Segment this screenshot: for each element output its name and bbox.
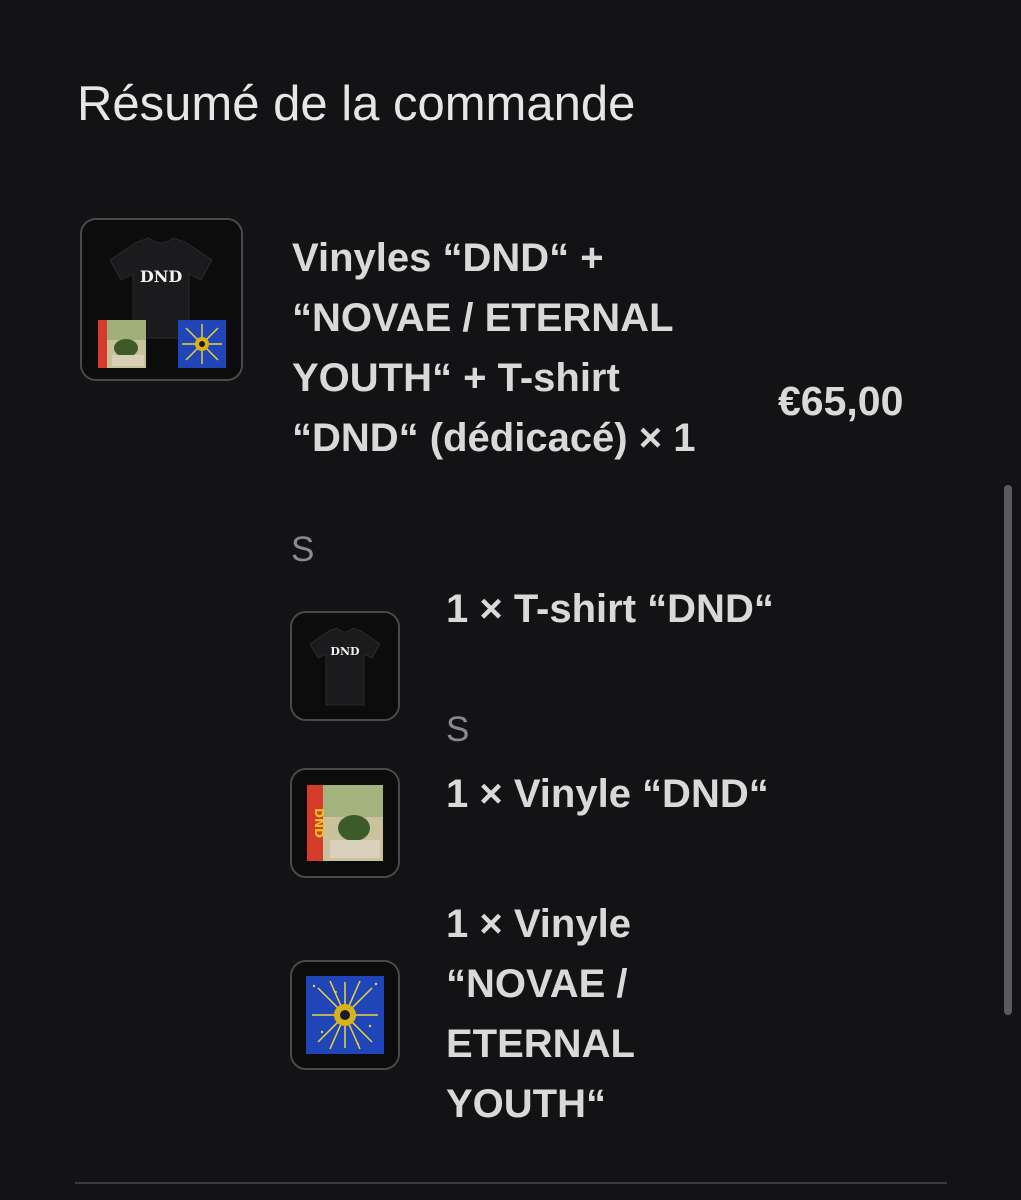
- component-tshirt-variant: S: [446, 710, 470, 749]
- component-vinyl-novae-image: [290, 960, 400, 1070]
- product-price: €65,00: [778, 378, 904, 424]
- tshirt-print-text: DND: [140, 267, 183, 286]
- component-vinyl-dnd-image: DND: [290, 768, 400, 878]
- product-variant: S: [291, 530, 315, 569]
- vinyl-dnd-cover-mini: [98, 320, 146, 368]
- vinyl-dnd-cover: DND: [307, 785, 383, 861]
- component-tshirt-label: 1 × T-shirt “DND“: [446, 587, 774, 631]
- order-summary-title: Résumé de la commande: [77, 77, 636, 131]
- divider: [75, 1182, 947, 1184]
- component-tshirt-image: DND: [290, 611, 400, 721]
- vinyl-novae-cover-mini: [178, 320, 226, 368]
- vinyl-dnd-cover-text: DND: [312, 808, 326, 838]
- product-name: Vinyles “DND“ + “NOVAE / ETERNAL YOUTH“ …: [292, 236, 696, 460]
- vinyl-novae-cover: [306, 976, 384, 1054]
- component-vinyl-novae-label: 1 × Vinyle “NOVAE / ETERNAL YOUTH“: [446, 902, 635, 1126]
- product-bundle-image: DND: [80, 218, 243, 381]
- tshirt-print-text: DND: [330, 645, 360, 658]
- scrollbar-thumb[interactable]: [1004, 485, 1012, 1015]
- component-vinyl-dnd-label: 1 × Vinyle “DND“: [446, 772, 769, 816]
